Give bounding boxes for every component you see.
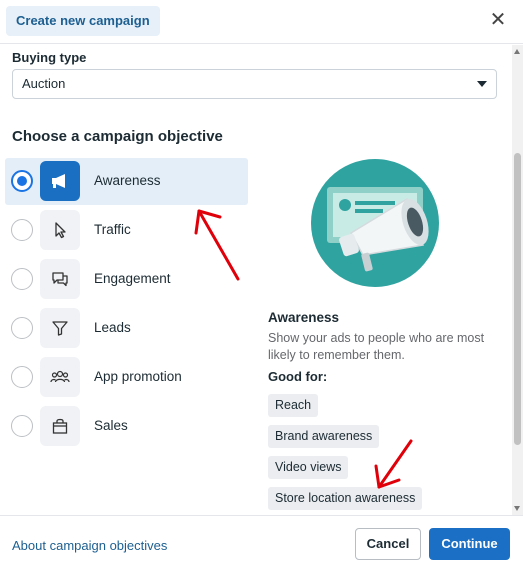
dialog-header: Create new campaign ✕ [0, 0, 523, 44]
objective-label: Leads [94, 320, 131, 335]
people-icon [40, 357, 80, 397]
objective-label: Engagement [94, 271, 171, 286]
cursor-icon [40, 210, 80, 250]
radio-engagement[interactable] [11, 268, 33, 290]
radio-sales[interactable] [11, 415, 33, 437]
scrollbar[interactable] [512, 45, 523, 515]
objective-leads[interactable]: Leads [5, 305, 248, 352]
radio-traffic[interactable] [11, 219, 33, 241]
objective-label: Awareness [94, 173, 161, 188]
about-objectives-link[interactable]: About campaign objectives [12, 538, 167, 553]
objective-sales[interactable]: Sales [5, 403, 248, 450]
megaphone-icon [40, 161, 80, 201]
dialog-body: Buying type Auction Choose a campaign ob… [0, 45, 512, 515]
objective-label: Traffic [94, 222, 131, 237]
dialog-title: Create new campaign [6, 6, 160, 36]
continue-button[interactable]: Continue [429, 528, 510, 560]
radio-app-promotion[interactable] [11, 366, 33, 388]
scrollbar-thumb[interactable] [514, 153, 521, 445]
buying-type-value: Auction [22, 76, 66, 91]
detail-description: Show your ads to people who are most lik… [268, 331, 485, 362]
radio-leads[interactable] [11, 317, 33, 339]
objective-label: App promotion [94, 369, 182, 384]
good-for-tag: Brand awareness [268, 425, 380, 448]
cancel-button[interactable]: Cancel [355, 528, 421, 560]
caret-down-icon [477, 81, 487, 87]
good-for-tag: Video views [268, 456, 349, 479]
scroll-up-arrow-icon[interactable] [514, 49, 520, 54]
objective-app-promotion[interactable]: App promotion [5, 354, 248, 401]
objective-label: Sales [94, 418, 128, 433]
dialog-footer: About campaign objectives Cancel Continu… [0, 515, 523, 568]
good-for-tag: Reach [268, 394, 319, 417]
good-for-label: Good for: [268, 369, 328, 384]
objective-awareness[interactable]: Awareness [5, 158, 248, 205]
scroll-down-arrow-icon[interactable] [514, 506, 520, 511]
detail-title: Awareness [268, 310, 340, 325]
objective-traffic[interactable]: Traffic [5, 207, 248, 254]
buying-type-label: Buying type [12, 50, 87, 65]
awareness-illustration [311, 159, 439, 287]
close-icon[interactable]: ✕ [487, 9, 509, 31]
shopping-bag-icon [40, 406, 80, 446]
radio-awareness[interactable] [11, 170, 33, 192]
objective-engagement[interactable]: Engagement [5, 256, 248, 303]
objective-heading: Choose a campaign objective [12, 128, 223, 145]
funnel-icon [40, 308, 80, 348]
good-for-tag: Store location awareness [268, 487, 423, 510]
buying-type-select[interactable]: Auction [12, 69, 497, 99]
chat-bubbles-icon [40, 259, 80, 299]
